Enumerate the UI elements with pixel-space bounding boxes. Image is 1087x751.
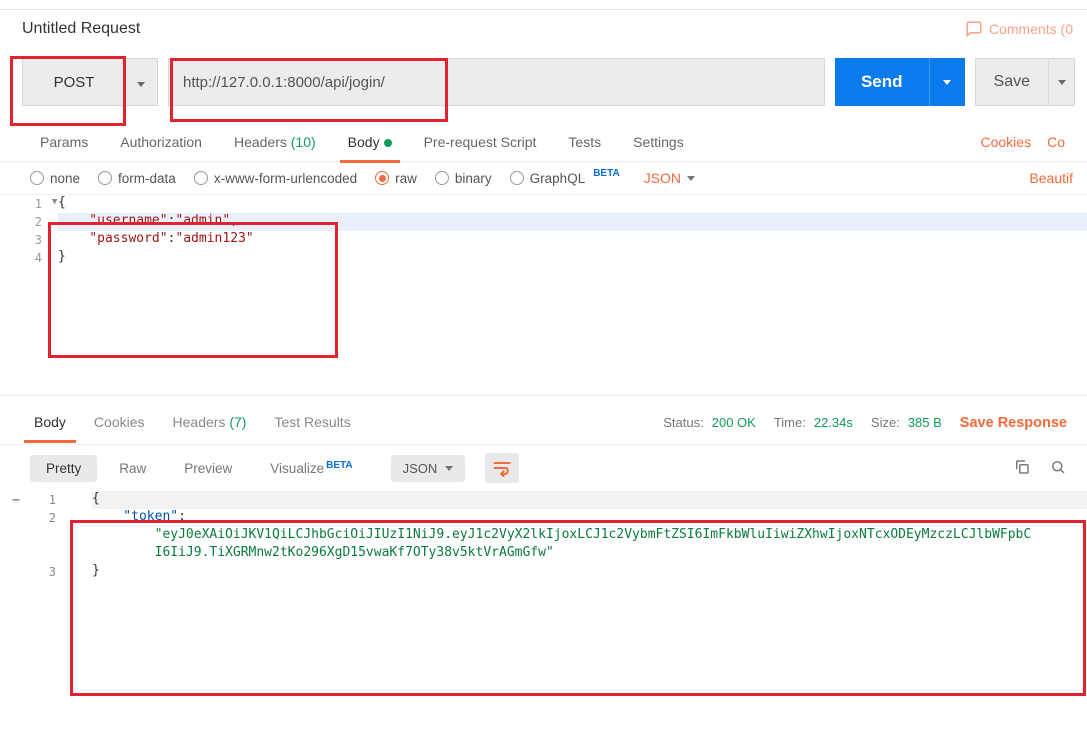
chevron-down-icon	[687, 176, 695, 181]
chevron-down-icon	[125, 75, 157, 90]
response-meta: Status:200 OK Time:22.34s Size:385 B	[663, 415, 942, 440]
code-link[interactable]: Co	[1039, 134, 1073, 162]
time-value: 22.34s	[814, 415, 853, 430]
size-value: 385 B	[908, 415, 942, 430]
fold-icon[interactable]: −	[12, 493, 20, 508]
body-type-x-www[interactable]: x-www-form-urlencoded	[194, 171, 357, 186]
raw-format-dropdown[interactable]: JSON	[644, 170, 695, 186]
radio-icon	[98, 171, 112, 185]
comments-button[interactable]: Comments (0	[965, 20, 1073, 38]
resp-tab-cookies[interactable]: Cookies	[80, 414, 159, 442]
method-dropdown[interactable]: POST	[22, 58, 158, 106]
tab-prerequest[interactable]: Pre-request Script	[408, 134, 553, 162]
tab-settings[interactable]: Settings	[617, 134, 700, 162]
save-button[interactable]: Save	[976, 59, 1048, 105]
send-button[interactable]: Send	[835, 58, 929, 106]
line-gutter: −1 2 3	[0, 491, 72, 581]
line-gutter: 1 2 3 4 ▼	[0, 195, 48, 267]
body-type-binary[interactable]: binary	[435, 171, 492, 186]
view-preview[interactable]: Preview	[168, 455, 248, 482]
save-response-button[interactable]: Save Response	[942, 415, 1073, 441]
resp-tab-headers[interactable]: Headers (7)	[159, 414, 261, 442]
search-icon	[1049, 458, 1067, 476]
copy-button[interactable]	[1007, 458, 1037, 479]
response-format-dropdown[interactable]: JSON	[391, 455, 466, 482]
resp-tab-body[interactable]: Body	[20, 414, 80, 442]
tab-params[interactable]: Params	[24, 134, 104, 162]
view-visualize[interactable]: VisualizeBETA	[254, 455, 368, 482]
request-title: Untitled Request	[22, 20, 140, 38]
comment-icon	[965, 20, 983, 38]
status-value: 200 OK	[712, 415, 756, 430]
beta-badge: BETA	[593, 168, 619, 179]
tab-authorization[interactable]: Authorization	[104, 134, 218, 162]
comments-label: Comments (0	[989, 21, 1073, 37]
send-dropdown[interactable]	[929, 58, 965, 106]
radio-icon	[510, 171, 524, 185]
code-area[interactable]: { "token": "eyJ0eXAiOiJKV1QiLCJhbGciOiJI…	[92, 491, 1087, 581]
chevron-down-icon	[943, 80, 951, 85]
beta-badge: BETA	[326, 460, 352, 471]
method-text: POST	[23, 74, 125, 91]
save-dropdown[interactable]	[1048, 59, 1074, 105]
view-pretty[interactable]: Pretty	[30, 455, 97, 482]
chevron-down-icon	[445, 466, 453, 471]
wrap-icon	[492, 459, 512, 477]
tab-headers[interactable]: Headers (10)	[218, 134, 332, 162]
radio-icon	[194, 171, 208, 185]
radio-icon	[435, 171, 449, 185]
radio-icon	[375, 171, 389, 185]
url-text: http://127.0.0.1:8000/api/jogin/	[183, 74, 385, 91]
beautify-link[interactable]: Beautif	[1029, 170, 1073, 186]
url-input[interactable]: http://127.0.0.1:8000/api/jogin/	[168, 58, 825, 106]
response-body-editor[interactable]: −1 2 3 { "token": "eyJ0eXAiOiJKV1QiLCJhb…	[0, 491, 1087, 701]
body-type-none[interactable]: none	[30, 171, 80, 186]
tab-tests[interactable]: Tests	[552, 134, 617, 162]
radio-icon	[30, 171, 44, 185]
fold-icon[interactable]: ▼	[52, 197, 57, 207]
body-type-raw[interactable]: raw	[375, 171, 417, 186]
wrap-lines-button[interactable]	[485, 453, 519, 483]
body-type-form-data[interactable]: form-data	[98, 171, 176, 186]
request-body-editor[interactable]: 1 2 3 4 ▼ { "username":"admin", "passwor…	[0, 195, 1087, 395]
top-strip	[0, 0, 1087, 10]
chevron-down-icon	[1058, 80, 1066, 85]
cookies-link[interactable]: Cookies	[973, 134, 1040, 162]
resp-tab-test-results[interactable]: Test Results	[260, 414, 364, 442]
tab-body[interactable]: Body	[332, 134, 408, 162]
code-area[interactable]: { "username":"admin", "password":"admin1…	[58, 195, 1087, 267]
dot-indicator-icon	[384, 139, 392, 147]
copy-icon	[1013, 458, 1031, 476]
body-type-graphql[interactable]: GraphQLBETA	[510, 171, 620, 186]
view-raw[interactable]: Raw	[103, 455, 162, 482]
search-button[interactable]	[1043, 458, 1073, 479]
